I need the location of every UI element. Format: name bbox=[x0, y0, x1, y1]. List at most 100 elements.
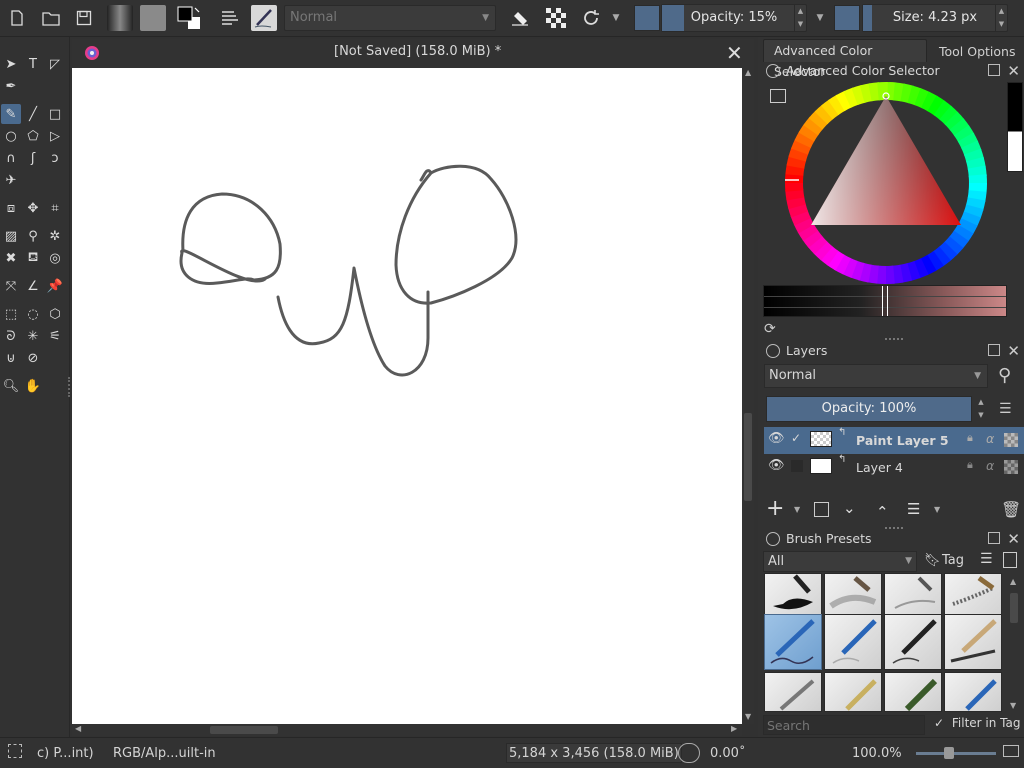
dynamic-brush-icon[interactable]: ɔ bbox=[45, 148, 65, 168]
visibility-eye-icon[interactable]: 👁︎ bbox=[768, 431, 785, 446]
layers-menu-icon[interactable]: ☰ bbox=[999, 401, 1012, 417]
refresh-icon[interactable]: ⟳ bbox=[764, 321, 776, 337]
color-picker-icon[interactable]: ⚲ bbox=[23, 226, 43, 246]
zoom-tool-icon[interactable]: 🔍︎ bbox=[1, 376, 21, 396]
add-layer-icon[interactable]: + bbox=[766, 498, 784, 520]
brush-preset-tile[interactable] bbox=[884, 672, 942, 712]
close-docker-icon[interactable]: ✕ bbox=[1007, 529, 1020, 549]
alpha-lock-icon[interactable]: α bbox=[986, 431, 994, 446]
line-tool-icon[interactable]: ╱ bbox=[23, 104, 43, 124]
freehand-selection-icon[interactable]: ᘐ bbox=[1, 326, 21, 346]
layer-row[interactable]: 👁︎ ↰ Layer 4 🔒︎ α bbox=[764, 454, 1024, 481]
pan-tool-icon[interactable]: ✋ bbox=[23, 376, 43, 396]
docker-resize-handle[interactable] bbox=[885, 338, 903, 340]
elliptical-selection-icon[interactable]: ◌ bbox=[23, 304, 43, 324]
brush-settings-icon[interactable] bbox=[217, 5, 243, 31]
polygon-tool-icon[interactable]: ⬠ bbox=[23, 126, 43, 146]
checkmark-icon[interactable]: ✓ bbox=[791, 431, 801, 445]
duplicate-layer-icon[interactable] bbox=[814, 502, 829, 517]
lock-layer-icon[interactable]: 🔒︎ bbox=[967, 458, 973, 472]
layer-checkbox[interactable] bbox=[791, 460, 803, 472]
float-docker-icon[interactable] bbox=[988, 64, 1000, 76]
new-document-icon[interactable] bbox=[4, 5, 30, 31]
chevron-down-icon[interactable]: ▼ bbox=[794, 505, 800, 514]
ellipse-tool-icon[interactable]: ○ bbox=[1, 126, 21, 146]
opacity-slider[interactable]: Opacity: 15% ▲ ▼ bbox=[661, 4, 807, 32]
chevron-down-icon[interactable]: ▼ bbox=[813, 5, 827, 31]
contiguous-selection-icon[interactable]: ✳ bbox=[23, 326, 43, 346]
rectangular-selection-icon[interactable]: ⬚ bbox=[1, 304, 21, 324]
select-shapes-icon[interactable]: ➤ bbox=[1, 54, 21, 74]
zoom-slider-handle[interactable] bbox=[944, 747, 954, 759]
brush-preset-tile[interactable] bbox=[764, 672, 822, 712]
enclose-fill-icon[interactable]: ◎ bbox=[45, 248, 65, 268]
fill-tool-icon[interactable]: ⛾ bbox=[23, 248, 43, 268]
save-icon[interactable] bbox=[71, 5, 97, 31]
layer-opacity-slider[interactable]: Opacity: 100% bbox=[766, 396, 972, 422]
scroll-left-arrow-icon[interactable]: ◀ bbox=[75, 724, 81, 733]
brush-preset-tile[interactable] bbox=[944, 672, 1002, 712]
brush-view-toggle-icon[interactable] bbox=[1003, 552, 1017, 568]
bezier-selection-icon[interactable]: ⊍ bbox=[1, 348, 21, 368]
similar-color-selection-icon[interactable]: ⚟ bbox=[45, 326, 65, 346]
alpha-lock-icon[interactable]: α bbox=[986, 458, 994, 473]
size-preset-icon[interactable] bbox=[834, 5, 860, 31]
color-history-strip[interactable] bbox=[1007, 82, 1023, 172]
brush-scroll-thumb[interactable] bbox=[1010, 593, 1018, 623]
crop-tool-icon[interactable]: ⌗ bbox=[45, 198, 65, 218]
inherit-alpha-icon[interactable] bbox=[1004, 460, 1018, 474]
magnetic-selection-icon[interactable]: ⊘ bbox=[23, 348, 43, 368]
scroll-down-arrow-icon[interactable]: ▼ bbox=[745, 712, 751, 721]
gradient-tool-icon[interactable]: ▨ bbox=[1, 226, 21, 246]
measure-tool-icon[interactable]: ∠ bbox=[23, 276, 43, 296]
lock-icon[interactable] bbox=[766, 344, 780, 358]
rectangle-tool-icon[interactable]: □ bbox=[45, 104, 65, 124]
assistant-tool-icon[interactable]: ✖ bbox=[1, 248, 21, 268]
canvas-horizontal-scrollbar[interactable]: ◀ ▶ bbox=[72, 724, 742, 736]
pattern-selector-icon[interactable] bbox=[140, 5, 166, 31]
tab-advanced-color-selector[interactable]: Advanced Color Selector bbox=[763, 39, 927, 79]
document-tab[interactable]: [Not Saved] (158.0 MiB) * ✕ bbox=[72, 39, 754, 68]
brush-tag-filter-select[interactable]: All ▼ bbox=[763, 551, 917, 572]
tab-tool-options[interactable]: Tool Options bbox=[933, 41, 1021, 62]
delete-layer-icon[interactable]: 🗑︎ bbox=[1001, 500, 1021, 519]
rotation-icon[interactable] bbox=[678, 743, 700, 763]
chevron-down-icon[interactable]: ▼ bbox=[934, 505, 940, 514]
reference-images-icon[interactable]: 📌 bbox=[45, 276, 65, 296]
freehand-path-icon[interactable]: ʃ bbox=[23, 148, 43, 168]
brush-size-slider[interactable]: Size: 4.23 px ▲ ▼ bbox=[862, 4, 1008, 32]
brush-search-field[interactable] bbox=[764, 716, 924, 734]
calligraphy-icon[interactable]: ✒ bbox=[1, 76, 21, 96]
hue-ring-triangle[interactable] bbox=[783, 80, 989, 286]
lock-icon[interactable] bbox=[766, 64, 780, 78]
text-tool-icon[interactable]: T bbox=[23, 54, 43, 74]
brush-search-input[interactable] bbox=[763, 715, 925, 735]
brush-view-menu-icon[interactable]: ☰ bbox=[980, 551, 993, 567]
horizontal-scroll-thumb[interactable] bbox=[210, 726, 278, 734]
selection-status-icon[interactable] bbox=[8, 744, 22, 758]
bezier-tool-icon[interactable]: ∩ bbox=[1, 148, 21, 168]
layer-blend-mode-select[interactable]: Normal ▼ bbox=[764, 364, 988, 388]
scroll-right-arrow-icon[interactable]: ▶ bbox=[731, 724, 737, 733]
inherit-alpha-icon[interactable] bbox=[1004, 433, 1018, 447]
multibrush-icon[interactable]: ✈ bbox=[1, 170, 21, 190]
move-layer-up-icon[interactable]: ⌃ bbox=[876, 503, 889, 521]
brush-preset-icon[interactable] bbox=[251, 5, 277, 31]
preserve-alpha-icon[interactable] bbox=[543, 5, 569, 31]
layer-opacity-spin[interactable]: ▲ ▼ bbox=[975, 396, 987, 422]
foreground-background-color-icon[interactable] bbox=[176, 5, 202, 31]
edit-shapes-icon[interactable]: ◸ bbox=[45, 54, 65, 74]
canvas-vertical-scrollbar[interactable]: ▲ ▼ bbox=[742, 68, 754, 724]
close-docker-icon[interactable]: ✕ bbox=[1007, 61, 1020, 81]
lock-icon[interactable] bbox=[766, 532, 780, 546]
close-document-icon[interactable]: ✕ bbox=[726, 41, 743, 65]
brush-preset-tile[interactable] bbox=[824, 672, 882, 712]
filter-icon[interactable]: ⚲ bbox=[998, 365, 1011, 386]
canvas[interactable] bbox=[72, 68, 742, 724]
freehand-brush-icon[interactable]: ✎ bbox=[1, 104, 21, 124]
transform-icon[interactable]: ⧈ bbox=[1, 198, 21, 218]
float-docker-icon[interactable] bbox=[988, 532, 1000, 544]
brush-preset-tile-selected[interactable] bbox=[764, 614, 822, 670]
brush-presets-scrollbar[interactable]: ▲ ▼ bbox=[1008, 577, 1020, 713]
tag-button[interactable]: 🔖︎ Tag bbox=[922, 551, 976, 572]
